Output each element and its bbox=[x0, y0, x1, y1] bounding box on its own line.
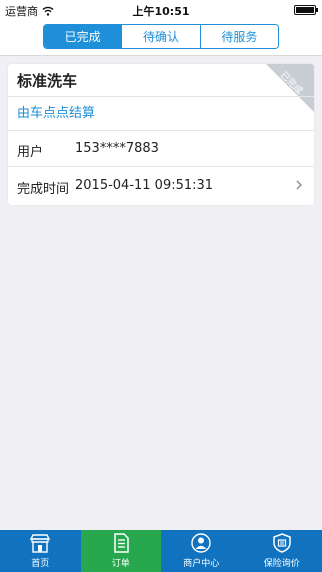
tab-insurance-quote[interactable]: 保险询价 bbox=[242, 530, 322, 572]
service-title: 标准洗车 bbox=[17, 72, 78, 90]
chevron-right-icon[interactable] bbox=[294, 180, 304, 190]
divider bbox=[8, 166, 314, 167]
completion-time-label: 完成时间 bbox=[17, 182, 70, 197]
tab-orders[interactable]: 订单 bbox=[80, 530, 161, 572]
user-icon bbox=[191, 533, 211, 553]
divider bbox=[8, 96, 314, 97]
document-icon bbox=[114, 533, 129, 553]
tab-home-label: 首页 bbox=[31, 559, 50, 569]
tab-merchant-center-label: 商户中心 bbox=[183, 559, 220, 569]
order-status-segmented-control: 已完成 待确认 待服务 bbox=[43, 24, 279, 49]
user-label: 用户 bbox=[17, 145, 44, 160]
tab-insurance-quote-label: 保险询价 bbox=[263, 559, 300, 569]
segment-pending-service[interactable]: 待服务 bbox=[200, 25, 278, 48]
header: 已完成 待确认 待服务 bbox=[0, 20, 322, 56]
tab-bar: 首页 订单 商户中心 保险询价 bbox=[0, 530, 322, 572]
clock: 上午10:51 bbox=[132, 5, 190, 18]
settlement-link[interactable]: 由车点点结算 bbox=[17, 102, 95, 121]
segment-completed[interactable]: 已完成 bbox=[44, 25, 123, 48]
user-phone: 153****7883 bbox=[75, 141, 159, 156]
battery-icon bbox=[294, 5, 318, 15]
status-ribbon: 已完成 bbox=[266, 64, 314, 112]
tab-home[interactable]: 首页 bbox=[0, 530, 81, 572]
divider bbox=[8, 130, 314, 131]
tab-orders-label: 订单 bbox=[111, 559, 130, 569]
order-card[interactable]: 标准洗车 已完成 由车点点结算 用户 153****7883 完成时间 2015… bbox=[8, 64, 314, 205]
shield-icon bbox=[273, 533, 291, 553]
segment-pending-confirmation[interactable]: 待确认 bbox=[122, 25, 201, 48]
tab-merchant-center[interactable]: 商户中心 bbox=[161, 530, 242, 572]
status-bar: 运营商 上午10:51 bbox=[0, 0, 322, 20]
completion-time-value: 2015-04-11 09:51:31 bbox=[75, 178, 214, 193]
storefront-icon bbox=[30, 534, 51, 553]
